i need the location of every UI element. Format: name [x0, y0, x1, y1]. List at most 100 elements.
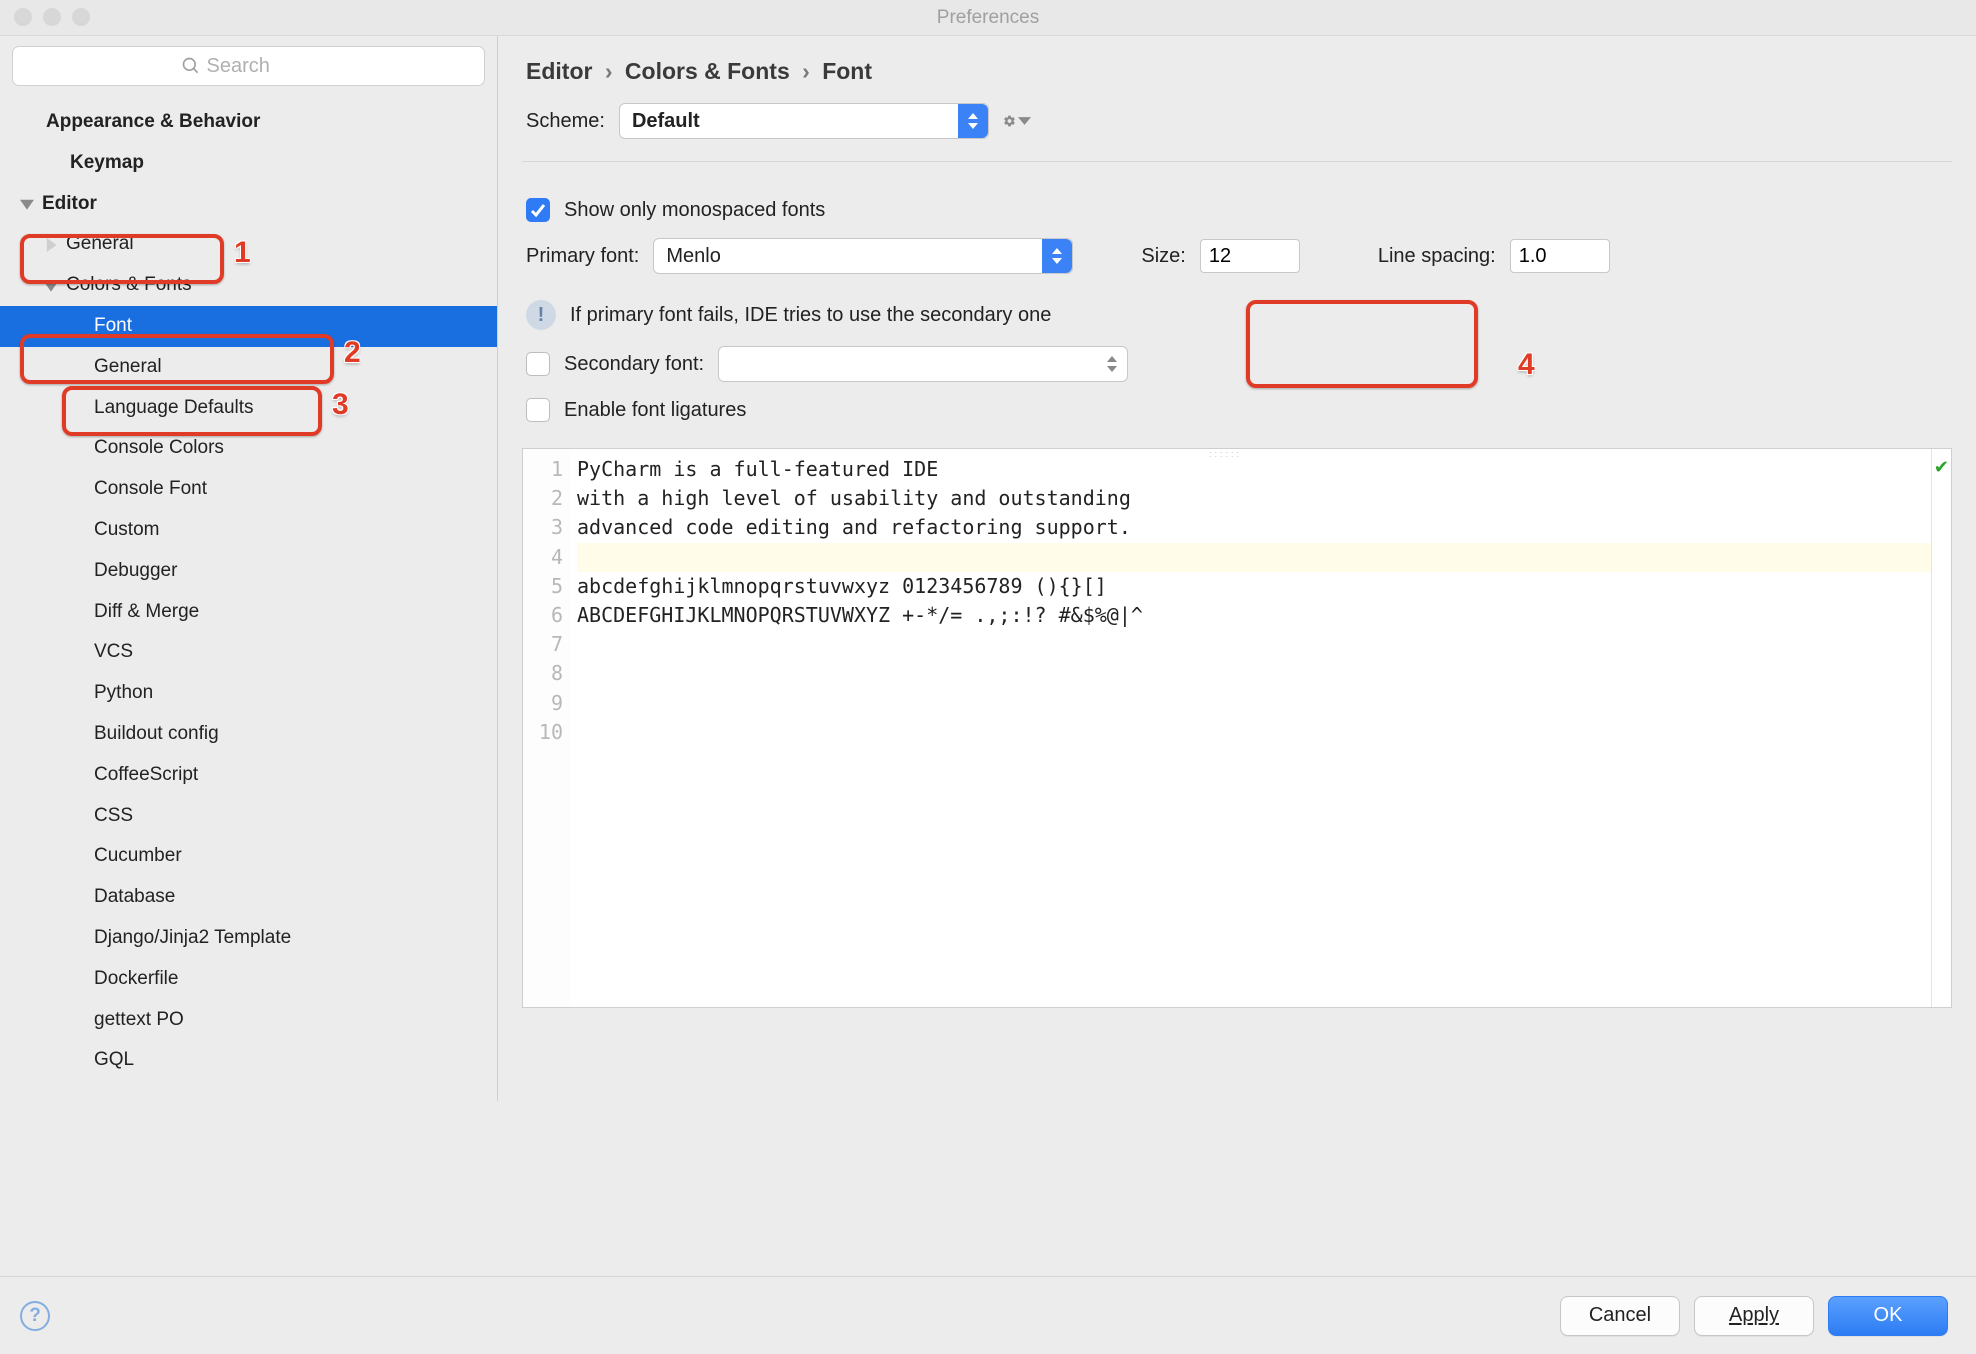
sidebar-item[interactable]: Console Colors [0, 428, 497, 469]
sidebar-item-label: Language Defaults [94, 397, 254, 420]
chevron-down-icon[interactable] [44, 279, 66, 293]
sidebar-item-label: CoffeeScript [94, 764, 198, 787]
sidebar-item[interactable]: VCS [0, 632, 497, 673]
minimize-icon[interactable] [43, 8, 61, 26]
secondary-font-checkbox[interactable] [526, 352, 550, 376]
sidebar-item-label: VCS [94, 641, 133, 664]
sidebar-item-label: General [66, 233, 134, 256]
footer: ? Cancel Apply OK [0, 1276, 1976, 1354]
ok-button[interactable]: OK [1828, 1296, 1948, 1336]
sidebar-item[interactable]: Cucumber [0, 836, 497, 877]
gutter-line-number: 1 [523, 455, 563, 484]
zoom-icon[interactable] [72, 8, 90, 26]
sidebar-item-label: Console Font [94, 478, 207, 501]
sidebar-item-label: Django/Jinja2 Template [94, 927, 291, 950]
preview-line [577, 543, 1931, 572]
chevron-right-icon[interactable] [44, 238, 66, 252]
gutter-line-number: 10 [523, 718, 563, 747]
gutter-line-number: 7 [523, 630, 563, 659]
preview-line: abcdefghijklmnopqrstuvwxyz 0123456789 ()… [577, 574, 1107, 598]
sidebar-item-label: Buildout config [94, 723, 219, 746]
window-controls[interactable] [14, 8, 90, 26]
size-label: Size: [1141, 245, 1185, 268]
sidebar-item-label: Diff & Merge [94, 601, 199, 624]
cancel-button[interactable]: Cancel [1560, 1296, 1680, 1336]
sidebar-item[interactable]: Buildout config [0, 714, 497, 755]
sidebar-item[interactable]: Colors & Fonts [0, 265, 497, 306]
secondary-font-select[interactable] [718, 346, 1128, 382]
breadcrumb: Editor › Colors & Fonts › Font [522, 54, 1952, 103]
sidebar-item[interactable]: CSS [0, 796, 497, 837]
gutter-line-number: 4 [523, 543, 563, 572]
sidebar-item[interactable]: Django/Jinja2 Template [0, 918, 497, 959]
scheme-label: Scheme: [526, 110, 605, 133]
gear-icon [1003, 110, 1016, 132]
sidebar-item-label: Cucumber [94, 845, 182, 868]
sidebar-item-label: gettext PO [94, 1009, 184, 1032]
select-arrows-icon [1042, 239, 1072, 273]
sidebar-item[interactable]: Diff & Merge [0, 592, 497, 633]
titlebar: Preferences [0, 0, 1976, 36]
apply-button[interactable]: Apply [1694, 1296, 1814, 1336]
sidebar-item-label: Editor [42, 193, 97, 216]
sidebar-item-label: Font [94, 315, 132, 338]
gutter-line-number: 8 [523, 659, 563, 688]
chevron-down-icon [1018, 110, 1031, 132]
sidebar-item-label: Keymap [70, 152, 144, 175]
scheme-select[interactable]: Default [619, 103, 989, 139]
breadcrumb-sep: › [599, 58, 619, 84]
gutter-line-number: 6 [523, 601, 563, 630]
ligatures-checkbox[interactable] [526, 398, 550, 422]
help-button[interactable]: ? [20, 1301, 50, 1331]
select-arrows-icon [1097, 347, 1127, 381]
breadcrumb-c: Font [822, 58, 872, 84]
breadcrumb-a: Editor [526, 58, 592, 84]
sidebar-item[interactable]: Python [0, 673, 497, 714]
secondary-hint: If primary font fails, IDE tries to use … [570, 304, 1051, 327]
sidebar-item-label: Colors & Fonts [66, 274, 192, 297]
sidebar-item[interactable]: Debugger [0, 551, 497, 592]
gutter-line-number: 3 [523, 513, 563, 542]
sidebar-item[interactable]: Editor [0, 184, 497, 225]
secondary-font-label: Secondary font: [564, 353, 704, 376]
sidebar-wrap: Appearance & Behavior Keymap Editor General… [0, 36, 498, 1276]
sidebar-item[interactable]: General [0, 347, 497, 388]
close-icon[interactable] [14, 8, 32, 26]
resize-grip-icon[interactable]: :::::: [1209, 449, 1265, 456]
breadcrumb-b: Colors & Fonts [625, 58, 790, 84]
search-field[interactable] [207, 55, 317, 78]
sidebar-item-label: Appearance & Behavior [46, 111, 260, 134]
sidebar-item[interactable]: Language Defaults [0, 388, 497, 429]
sidebar-item-label: Console Colors [94, 437, 224, 460]
search-icon [181, 56, 201, 76]
sidebar-item-label: GQL [94, 1049, 134, 1072]
show-monospaced-checkbox[interactable] [526, 198, 550, 222]
sidebar-item[interactable]: Font [0, 306, 497, 347]
sidebar-item[interactable]: CoffeeScript [0, 755, 497, 796]
sidebar-item[interactable]: Console Font [0, 469, 497, 510]
sidebar-tree: Appearance & Behavior Keymap Editor General… [0, 96, 497, 1101]
chevron-down-icon[interactable] [20, 197, 42, 211]
sidebar-item[interactable]: Appearance & Behavior [0, 102, 497, 143]
preview-code[interactable]: PyCharm is a full-featured IDE with a hi… [571, 449, 1931, 1007]
sidebar-item[interactable]: Dockerfile [0, 959, 497, 1000]
preview-line: with a high level of usability and outst… [577, 486, 1131, 510]
sidebar-item[interactable]: GQL [0, 1040, 497, 1081]
sidebar-item[interactable]: gettext PO [0, 1000, 497, 1041]
preview-right-gutter: ✔ [1931, 449, 1951, 1007]
gutter-line-number: 2 [523, 484, 563, 513]
primary-font-value: Menlo [666, 245, 720, 268]
sidebar-item[interactable]: Custom [0, 510, 497, 551]
line-spacing-input[interactable] [1510, 239, 1610, 273]
sidebar-item[interactable]: Database [0, 877, 497, 918]
preview-line: PyCharm is a full-featured IDE [577, 457, 938, 481]
size-input[interactable] [1200, 239, 1300, 273]
sidebar-item[interactable]: Keymap [0, 143, 497, 184]
sidebar: Appearance & Behavior Keymap Editor General… [0, 36, 498, 1101]
primary-font-select[interactable]: Menlo [653, 238, 1073, 274]
scheme-settings-button[interactable] [1003, 107, 1031, 135]
sidebar-item[interactable]: General [0, 224, 497, 265]
sidebar-item-label: CSS [94, 805, 133, 828]
search-input[interactable] [12, 46, 485, 86]
preview-gutter: 12345678910 [523, 449, 571, 1007]
